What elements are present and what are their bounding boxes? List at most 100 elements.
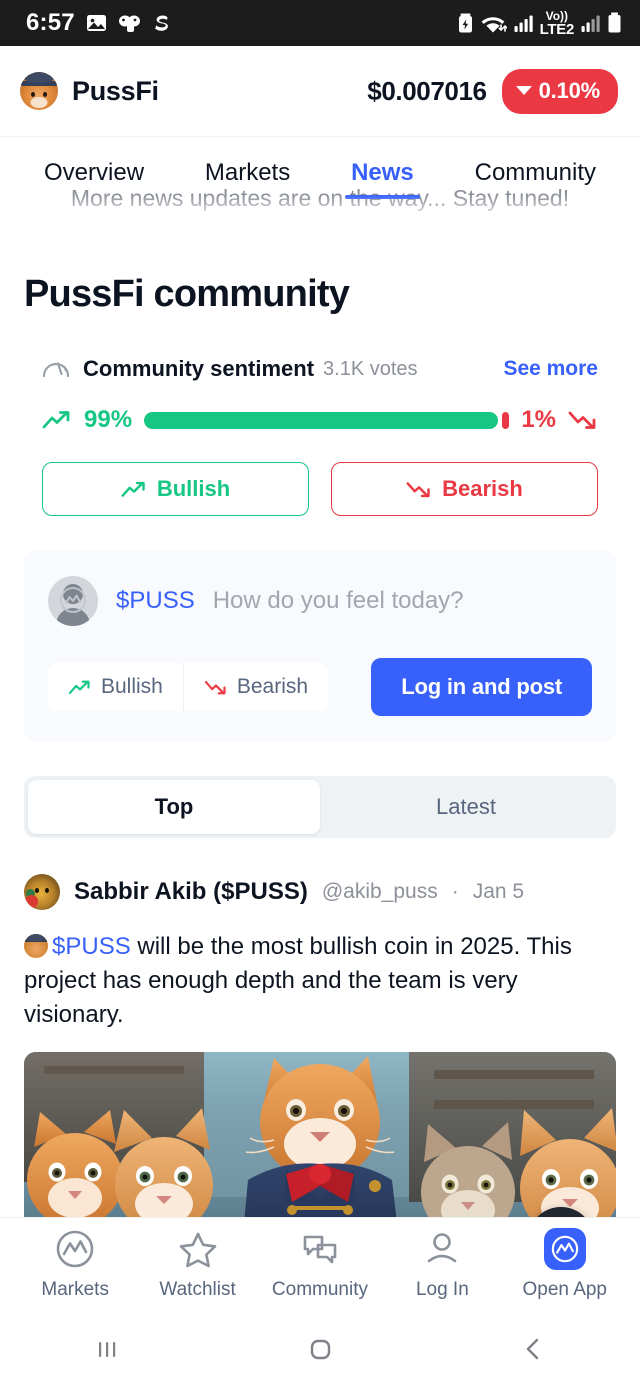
trend-down-icon [406, 481, 430, 497]
user-avatar-cat[interactable] [24, 874, 60, 910]
vote-bearish-button[interactable]: Bearish [331, 462, 598, 516]
feed-filter-top[interactable]: Top [28, 780, 320, 834]
recents-icon [98, 1341, 115, 1357]
nav-label-community: Community [271, 1278, 368, 1300]
nav-label-open-app: Open App [522, 1278, 608, 1300]
coin-name: PussFi [72, 75, 159, 106]
battery-icon [608, 12, 621, 33]
composer-placeholder: How do you feel today? [212, 587, 464, 614]
composer-input-row[interactable]: $PUSS How do you feel today? [48, 576, 592, 626]
composer-sentiment-toggle: Bullish Bearish [48, 663, 329, 711]
cmc-app-icon [543, 1227, 586, 1270]
nav-label-login: Log In [415, 1278, 469, 1300]
vote-bearish-label: Bearish [442, 476, 523, 501]
trend-up-icon [42, 411, 70, 429]
trend-up-icon [121, 481, 145, 497]
cmc-logo-icon [551, 1235, 578, 1262]
signal-bars-icon [514, 15, 533, 32]
tab-markets[interactable]: Markets [205, 159, 290, 199]
default-avatar-cmc-icon [48, 576, 98, 626]
signal-bars-2-icon [581, 15, 600, 32]
nav-item-community[interactable]: Community [261, 1228, 379, 1301]
coin-header: PussFi $0.007016 0.10% [0, 46, 640, 136]
tab-list: Overview Markets News Community [0, 137, 640, 199]
composer-bearish-label: Bearish [236, 675, 309, 698]
nav-item-markets[interactable]: Markets [16, 1228, 134, 1301]
feed-filter-latest[interactable]: Latest [320, 780, 612, 834]
nav-item-login[interactable]: Log In [383, 1228, 501, 1301]
post-date: Jan 5 [472, 880, 525, 903]
gauge-icon [42, 362, 70, 378]
price-change-value: 0.10% [538, 77, 601, 103]
tab-fade-overlay [0, 195, 640, 229]
android-navigation-bar [0, 1310, 640, 1387]
coin-price: $0.007016 [367, 75, 487, 106]
battery-saver-icon [458, 13, 472, 33]
tab-bar: Overview Markets News Community More new… [0, 136, 640, 229]
back-icon [527, 1338, 539, 1359]
nav-label-watchlist: Watchlist [159, 1278, 236, 1300]
sentiment-bar-bullish [144, 411, 499, 429]
bottom-navigation: Markets Watchlist Community Log In Open … [0, 1217, 640, 1310]
chat-bubbles-icon [303, 1235, 337, 1263]
composer-bearish-option[interactable]: Bearish [182, 663, 328, 711]
sentiment-votes: 3.1K votes [323, 357, 418, 380]
community-sentiment-section: Community sentiment 3.1K votes See more … [24, 356, 616, 516]
coin-identity[interactable]: PussFi [20, 72, 159, 110]
android-recents-button[interactable] [47, 1334, 167, 1364]
trend-down-icon [204, 680, 226, 694]
volte-lte2-icon: Vo)) LTE2 [539, 8, 575, 38]
bearish-percent: 1% [521, 406, 556, 433]
tab-community[interactable]: Community [475, 159, 596, 199]
pussfi-cat-logo-icon [20, 72, 58, 110]
nav-item-open-app[interactable]: Open App [506, 1227, 624, 1301]
page-title: PussFi community [24, 273, 350, 315]
cmc-logo-icon [56, 1230, 94, 1267]
image-icon [86, 15, 106, 31]
s-app-icon [155, 15, 168, 31]
sentiment-header: Community sentiment 3.1K votes See more [24, 356, 616, 382]
status-bar-clock: 6:57 [26, 9, 75, 36]
wifi-icon [481, 17, 507, 33]
post-separator: · [451, 880, 459, 903]
android-home-button[interactable] [260, 1333, 380, 1365]
post-item: Sabbir Akib ($PUSS) @akib_puss · Jan 5 $… [24, 874, 616, 1268]
composer-bullish-option[interactable]: Bullish [48, 663, 183, 711]
post-cashtag[interactable]: $PUSS [52, 933, 131, 960]
post-author-name[interactable]: Sabbir Akib ($PUSS) [74, 878, 308, 906]
coin-price-group: $0.007016 0.10% [367, 68, 618, 114]
star-icon [179, 1232, 216, 1267]
home-icon [310, 1339, 331, 1359]
status-bar-right: Vo)) LTE2 [457, 10, 622, 37]
see-more-link[interactable]: See more [503, 357, 598, 381]
post-handle[interactable]: @akib_puss [322, 880, 438, 904]
status-bar-left: 6:57 [26, 9, 171, 37]
game-controller-icon [118, 15, 140, 32]
price-change-badge: 0.10% [501, 68, 618, 114]
sentiment-vote-buttons: Bullish Bearish [24, 434, 616, 516]
nav-item-watchlist[interactable]: Watchlist [139, 1228, 257, 1301]
sentiment-title: Community sentiment [83, 356, 315, 381]
sentiment-bar-row: 99% 1% [24, 382, 616, 434]
tab-overview[interactable]: Overview [44, 159, 144, 199]
vote-bullish-button[interactable]: Bullish [42, 462, 309, 516]
tab-news[interactable]: News [345, 159, 420, 199]
post-header: Sabbir Akib ($PUSS) @akib_puss · Jan 5 [24, 874, 616, 910]
sentiment-bar [144, 411, 510, 429]
post-composer: $PUSS How do you feel today? Bullish Bea… [24, 550, 616, 742]
trend-up-icon [68, 680, 90, 694]
person-icon [428, 1232, 457, 1262]
nav-label-markets: Markets [41, 1278, 109, 1300]
android-back-button[interactable] [473, 1334, 593, 1364]
composer-actions: Bullish Bearish Log in and post [48, 658, 592, 716]
caret-down-icon [515, 86, 532, 95]
sentiment-bar-bearish [502, 411, 510, 429]
cat-hat-emoji-icon [24, 934, 48, 958]
cmc-logo-icon [60, 587, 86, 613]
trend-down-icon [568, 411, 596, 429]
status-bar: 6:57 Vo)) LTE2 [0, 0, 640, 46]
vote-bullish-label: Bullish [156, 476, 231, 501]
post-body: $PUSS will be the most bullish coin in 2… [24, 930, 616, 1032]
phone-screen: 6:57 Vo)) LTE2 PussFi $0.007016 0.10% Ov… [0, 0, 640, 1387]
log-in-and-post-button[interactable]: Log in and post [371, 658, 592, 716]
